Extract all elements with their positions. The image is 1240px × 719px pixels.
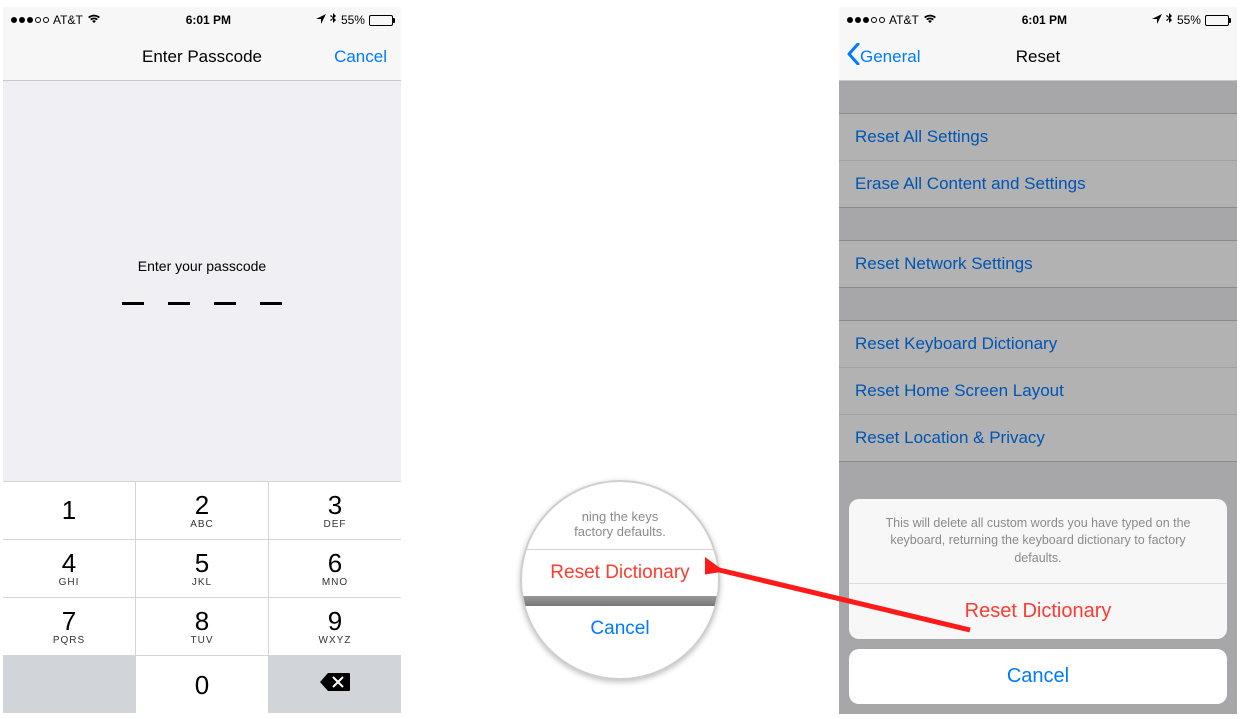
- key-digit: 7: [62, 608, 76, 634]
- keypad-6[interactable]: 6MNO: [269, 540, 401, 597]
- passcode-fields: [122, 302, 282, 305]
- chevron-left-icon: [847, 43, 860, 70]
- reset-dictionary-button[interactable]: Reset Dictionary: [849, 584, 1227, 639]
- keypad-blank: [3, 656, 135, 713]
- keypad-5[interactable]: 5JKL: [136, 540, 268, 597]
- wifi-icon: [87, 13, 101, 27]
- action-sheet-message: This will delete all custom words you ha…: [849, 499, 1227, 585]
- signal-icon: [847, 17, 885, 23]
- location-icon: [316, 13, 326, 27]
- status-bar: AT&T 6:01 PM 55%: [3, 7, 401, 33]
- numeric-keypad: 1 2ABC 3DEF 4GHI 5JKL 6MNO 7PQRS 8TUV 9W…: [3, 481, 401, 713]
- status-bar: AT&T 6:01 PM 55%: [839, 7, 1237, 33]
- battery-percent: 55%: [1177, 13, 1201, 27]
- keypad-7[interactable]: 7PQRS: [3, 598, 135, 655]
- callout-cancel: Cancel: [522, 606, 718, 652]
- key-digit: 1: [62, 497, 76, 523]
- passcode-body: Enter your passcode: [3, 81, 401, 481]
- keypad-4[interactable]: 4GHI: [3, 540, 135, 597]
- passcode-slot-2: [168, 302, 190, 305]
- callout-reset-dictionary: Reset Dictionary: [522, 550, 718, 596]
- key-digit: 2: [195, 492, 209, 518]
- keypad-8[interactable]: 8TUV: [136, 598, 268, 655]
- phone-passcode: AT&T 6:01 PM 55% Enter Passcode Cancel E…: [2, 6, 402, 713]
- key-digit: 3: [328, 492, 342, 518]
- signal-icon: [11, 17, 49, 23]
- action-sheet-cancel-button[interactable]: Cancel: [849, 649, 1227, 704]
- nav-bar: Enter Passcode Cancel: [3, 33, 401, 81]
- key-letters: GHI: [59, 577, 80, 588]
- action-sheet: This will delete all custom words you ha…: [849, 499, 1227, 705]
- key-digit: 6: [328, 550, 342, 576]
- status-time: 6:01 PM: [186, 13, 231, 27]
- key-letters: TUV: [191, 635, 214, 646]
- nav-title: Reset: [1016, 47, 1060, 67]
- key-digit: 8: [195, 608, 209, 634]
- key-letters: JKL: [192, 577, 212, 588]
- nav-bar: General Reset: [839, 33, 1237, 81]
- bluetooth-icon: [330, 13, 337, 28]
- back-button[interactable]: General: [847, 43, 920, 70]
- wifi-icon: [923, 13, 937, 27]
- key-digit: 9: [328, 608, 342, 634]
- nav-title: Enter Passcode: [142, 47, 262, 67]
- key-letters: MNO: [322, 577, 348, 588]
- keypad-9[interactable]: 9WXYZ: [269, 598, 401, 655]
- key-letters: PQRS: [53, 635, 85, 646]
- phone-reset: AT&T 6:01 PM 55% General Reset Reset All…: [838, 6, 1238, 713]
- carrier-label: AT&T: [889, 13, 919, 27]
- location-icon: [1152, 13, 1162, 27]
- reset-body: Reset All Settings Erase All Content and…: [839, 81, 1237, 714]
- battery-icon: [1205, 15, 1229, 26]
- key-letters: ABC: [190, 519, 214, 530]
- key-letters: WXYZ: [319, 635, 352, 646]
- key-letters: DEF: [324, 519, 347, 530]
- magnified-callout: ning the keys factory defaults. Reset Di…: [520, 480, 720, 680]
- backspace-icon: [319, 671, 351, 698]
- callout-hint-top: ning the keys: [582, 509, 659, 524]
- callout-hint-bottom: factory defaults.: [574, 524, 666, 539]
- status-time: 6:01 PM: [1022, 13, 1067, 27]
- keypad-1[interactable]: 1: [3, 482, 135, 539]
- carrier-label: AT&T: [53, 13, 83, 27]
- battery-icon: [369, 15, 393, 26]
- battery-percent: 55%: [341, 13, 365, 27]
- passcode-slot-4: [260, 302, 282, 305]
- cancel-button[interactable]: Cancel: [334, 47, 387, 67]
- keypad-0[interactable]: 0: [136, 656, 268, 713]
- bluetooth-icon: [1166, 13, 1173, 28]
- passcode-slot-1: [122, 302, 144, 305]
- back-label: General: [860, 47, 920, 67]
- passcode-prompt: Enter your passcode: [138, 258, 266, 274]
- keypad-backspace[interactable]: [269, 656, 401, 713]
- keypad-3[interactable]: 3DEF: [269, 482, 401, 539]
- callout-divider-bar: [522, 596, 718, 606]
- passcode-slot-3: [214, 302, 236, 305]
- key-digit: 4: [62, 550, 76, 576]
- key-digit: 0: [195, 672, 209, 698]
- callout-hint: ning the keys factory defaults.: [522, 509, 718, 549]
- keypad-2[interactable]: 2ABC: [136, 482, 268, 539]
- key-digit: 5: [195, 550, 209, 576]
